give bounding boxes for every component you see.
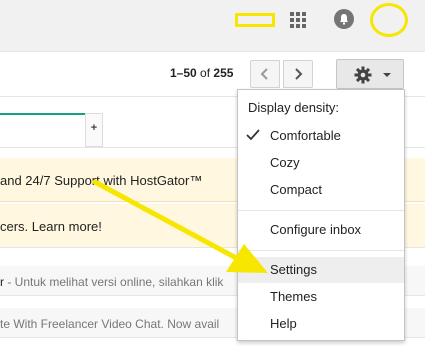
annotation-highlight-rectangle — [235, 13, 275, 27]
apps-grid-icon[interactable] — [290, 12, 306, 28]
pagination-total: 255 — [213, 66, 234, 80]
settings-menu: Display density: Comfortable Cozy Compac… — [237, 89, 405, 341]
menu-item-label: Help — [270, 316, 297, 331]
email-snippet: - Untuk melihat versi online, silahkan k… — [4, 275, 224, 289]
email-text: te With Freelancer Video Chat. Now avail — [0, 317, 219, 331]
menu-item-cozy[interactable]: Cozy — [238, 150, 404, 176]
menu-item-label: Comfortable — [270, 128, 341, 143]
pagination-range: 1–50 — [170, 66, 197, 80]
ad-text: and 24/7 Support with HostGator™ — [0, 173, 203, 188]
checkmark-icon — [246, 129, 260, 141]
active-tab-indicator — [0, 113, 85, 115]
menu-item-comfortable[interactable]: Comfortable — [238, 123, 404, 149]
top-bar — [0, 0, 425, 52]
menu-item-configure-inbox[interactable]: Configure inbox — [238, 217, 404, 243]
ad-text: cers. Learn more! — [0, 219, 102, 234]
notifications-bell-icon[interactable] — [334, 9, 354, 29]
chevron-right-icon — [295, 68, 303, 80]
newer-page-button[interactable] — [283, 60, 313, 88]
add-tab-button[interactable]: + — [85, 113, 103, 147]
email-snippet: te With Freelancer Video Chat. Now avail — [0, 317, 220, 331]
display-density-header: Display density: — [248, 100, 340, 115]
older-page-button[interactable] — [250, 60, 280, 88]
menu-item-themes[interactable]: Themes — [238, 284, 404, 310]
settings-gear-button[interactable] — [336, 59, 404, 89]
annotation-highlight-circle — [370, 3, 408, 37]
pagination-count: 1–50 of 255 — [170, 66, 233, 80]
gear-icon — [354, 66, 372, 84]
menu-item-label: Compact — [270, 182, 323, 197]
menu-item-label: Cozy — [270, 155, 300, 170]
menu-divider — [238, 250, 404, 251]
email-text: r - Untuk melihat versi online, silahkan… — [0, 275, 223, 289]
chevron-left-icon — [260, 68, 268, 80]
menu-item-help[interactable]: Help — [238, 311, 404, 337]
menu-item-label: Settings — [270, 262, 317, 277]
caret-down-icon — [383, 73, 391, 77]
menu-divider — [238, 210, 404, 211]
menu-item-compact[interactable]: Compact — [238, 177, 404, 203]
pagination-of: of — [200, 66, 211, 80]
menu-item-label: Themes — [270, 289, 317, 304]
menu-item-label: Configure inbox — [270, 222, 362, 237]
menu-item-settings[interactable]: Settings — [238, 257, 404, 283]
